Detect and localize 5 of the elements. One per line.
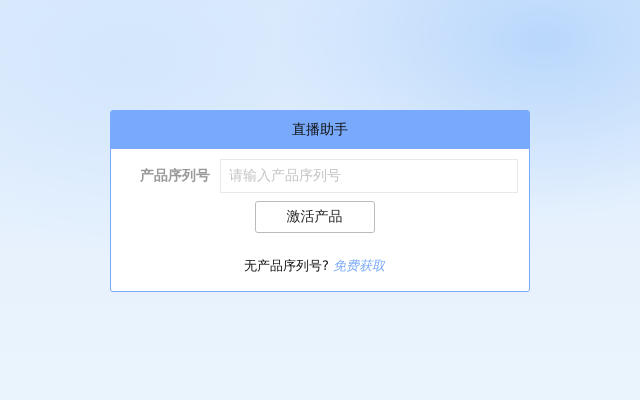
serial-input-field[interactable]: 请输入产品序列号 [220, 159, 518, 193]
dialog-title: 直播助手 [292, 121, 348, 139]
field-label: 产品序列号 [139, 167, 211, 185]
prompt-text: 无产品序列号? [244, 258, 329, 275]
activate-button[interactable]: 激活产品 [254, 201, 374, 233]
